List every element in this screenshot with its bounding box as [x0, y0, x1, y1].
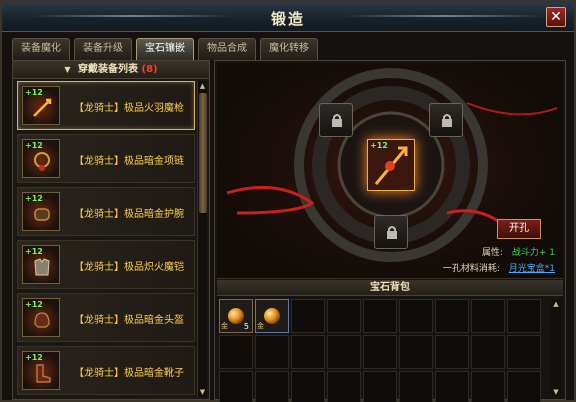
tab-equip-enchant[interactable]: 装备魔化 — [12, 38, 70, 60]
attribute-line: 属性: 战斗力+ 1 — [482, 245, 555, 258]
boots-icon: +12 — [22, 351, 60, 390]
equip-item[interactable]: +12 【龙骑士】极品火羽魔枪 — [17, 81, 195, 130]
spear-icon: +12 — [22, 86, 60, 125]
item-level: +12 — [25, 88, 43, 97]
item-name: 【龙骑士】极品暗金项链 — [74, 156, 184, 167]
item-level: +12 — [25, 300, 43, 309]
gem-bag-cell[interactable] — [471, 371, 505, 402]
inlay-panel: +12 开孔 属性: 战斗力+ 1 一孔材料消耗: 月光宝盒*1 宝石背包 金 … — [214, 60, 566, 402]
gem-bag-cell[interactable] — [471, 335, 505, 369]
lock-icon — [332, 114, 342, 127]
forge-window: 锻造 ✕ 装备魔化 装备升级 宝石镶嵌 物品合成 魔化转移 ▼ 穿戴装备列表 (… — [0, 0, 576, 402]
gem-bag-cell[interactable] — [435, 335, 469, 369]
gem-socket-top-left[interactable] — [319, 103, 353, 137]
item-level: +12 — [25, 247, 43, 256]
item-name: 【龙骑士】极品炽火魔铠 — [74, 262, 184, 273]
gem-bag-scrollbar[interactable]: ▲ ▼ — [551, 299, 561, 397]
cost-line: 一孔材料消耗: 月光宝盒*1 — [443, 261, 555, 274]
item-level: +12 — [370, 141, 388, 150]
attribute-label: 属性: — [481, 248, 503, 258]
gem-bag-cell[interactable] — [255, 335, 289, 369]
gem-bag-cell[interactable] — [219, 335, 253, 369]
window-title: 锻造 — [270, 10, 305, 28]
gem-socket-bottom[interactable] — [374, 215, 408, 249]
lock-icon — [442, 114, 452, 127]
scroll-down-icon[interactable]: ▼ — [198, 387, 207, 397]
armor-icon: +12 — [22, 245, 60, 284]
equip-item[interactable]: +12 【龙骑士】极品暗金护腕 — [17, 187, 195, 236]
gem-quantity: 5 — [243, 322, 249, 331]
item-name: 【龙骑士】极品暗金靴子 — [74, 368, 184, 379]
gem-bag-cell[interactable] — [327, 299, 361, 333]
equip-list-title: 穿戴装备列表 — [78, 64, 139, 75]
gem-bag-cell[interactable] — [327, 335, 361, 369]
equip-list-header: ▼ 穿戴装备列表 (8) — [13, 61, 209, 79]
gem-bag-cell[interactable] — [255, 371, 289, 402]
gem-bag-cell[interactable] — [399, 299, 433, 333]
tab-equip-upgrade[interactable]: 装备升级 — [74, 38, 132, 60]
title-ornament-right — [344, 15, 544, 17]
item-level: +12 — [25, 141, 43, 150]
item-name: 【龙骑士】极品暗金护腕 — [74, 209, 184, 220]
gem-bag-cell[interactable] — [471, 299, 505, 333]
lock-icon — [387, 226, 397, 239]
gem-bag-cell[interactable]: 金 — [255, 299, 289, 333]
scroll-up-icon[interactable]: ▲ — [198, 81, 207, 91]
gold-gem-icon — [264, 308, 280, 324]
gem-bag-cell[interactable] — [291, 299, 325, 333]
gem-bag-cell[interactable] — [291, 371, 325, 402]
gem-bag-cell[interactable] — [399, 335, 433, 369]
equip-list-scrollbar[interactable]: ▲ ▼ — [197, 81, 207, 397]
gem-bag-cell[interactable]: 金 5 — [219, 299, 253, 333]
gem-bag-cell[interactable] — [507, 335, 541, 369]
forge-area: +12 开孔 属性: 战斗力+ 1 一孔材料消耗: 月光宝盒*1 — [217, 63, 563, 279]
equip-item[interactable]: +12 【龙骑士】极品暗金靴子 — [17, 346, 195, 395]
gold-gem-icon — [228, 308, 244, 324]
gem-bag-cell[interactable] — [363, 299, 397, 333]
close-button[interactable]: ✕ — [546, 7, 566, 27]
open-socket-button[interactable]: 开孔 — [497, 219, 541, 239]
scroll-down-icon[interactable]: ▼ — [551, 387, 561, 397]
title-bar: 锻造 ✕ — [2, 2, 574, 32]
scroll-thumb[interactable] — [199, 93, 207, 213]
tab-bar: 装备魔化 装备升级 宝石镶嵌 物品合成 魔化转移 — [12, 38, 318, 60]
item-name: 【龙骑士】极品火羽魔枪 — [74, 103, 184, 114]
gem-socket-top-right[interactable] — [429, 103, 463, 137]
scroll-up-icon[interactable]: ▲ — [551, 299, 561, 309]
equipped-item-slot[interactable]: +12 — [367, 139, 415, 191]
gem-bag-cell[interactable] — [219, 371, 253, 402]
tab-item-synthesis[interactable]: 物品合成 — [198, 38, 256, 60]
equip-list-panel: ▼ 穿戴装备列表 (8) +12 【龙骑士】极品火羽魔枪 +12 【龙骑士】极品… — [12, 60, 210, 400]
item-level: +12 — [25, 353, 43, 362]
helmet-icon: +12 — [22, 298, 60, 337]
gem-bag-title: 宝石背包 — [217, 280, 563, 296]
equip-item[interactable]: +12 【龙骑士】极品炽火魔铠 — [17, 240, 195, 289]
necklace-icon: +12 — [22, 139, 60, 178]
gem-tag: 金 — [257, 322, 264, 330]
cost-label: 一孔材料消耗: — [442, 264, 500, 274]
cost-material-link[interactable]: 月光宝盒*1 — [509, 264, 555, 274]
equip-count: (8) — [141, 64, 158, 75]
gem-bag-cell[interactable] — [399, 371, 433, 402]
gem-bag-cell[interactable] — [327, 371, 361, 402]
equip-item[interactable]: +12 【龙骑士】极品暗金头盔 — [17, 293, 195, 342]
tab-enchant-transfer[interactable]: 魔化转移 — [260, 38, 318, 60]
tab-gem-inlay[interactable]: 宝石镶嵌 — [136, 38, 194, 60]
gem-bag-cell[interactable] — [507, 371, 541, 402]
gem-tag: 金 — [221, 322, 228, 330]
gem-bag-cell[interactable] — [291, 335, 325, 369]
gem-bag-cell[interactable] — [435, 371, 469, 402]
equip-item[interactable]: +12 【龙骑士】极品暗金项链 — [17, 134, 195, 183]
gem-bag-grid: 金 5 金 — [219, 299, 549, 402]
attribute-value: 战斗力+ 1 — [511, 248, 555, 258]
collapse-triangle-icon[interactable]: ▼ — [64, 65, 70, 74]
gem-bag-cell[interactable] — [435, 299, 469, 333]
item-name: 【龙骑士】极品暗金头盔 — [74, 315, 184, 326]
gem-bag-cell[interactable] — [363, 371, 397, 402]
gem-bag-cell[interactable] — [363, 335, 397, 369]
gem-bag-cell[interactable] — [507, 299, 541, 333]
bracer-icon: +12 — [22, 192, 60, 231]
item-level: +12 — [25, 194, 43, 203]
